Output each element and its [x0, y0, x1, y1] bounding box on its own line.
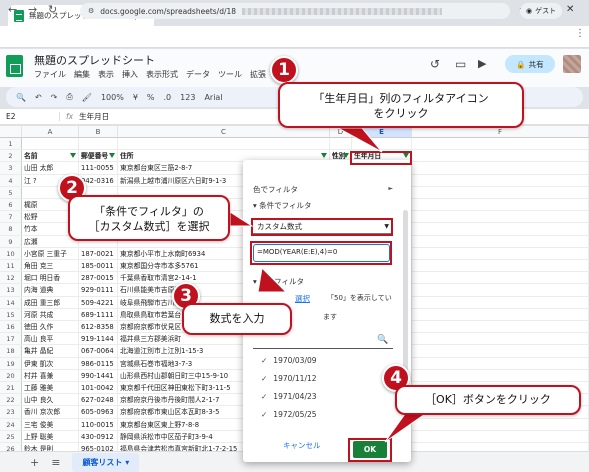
step-4-callout: ［OK］ボタンをクリック — [395, 385, 581, 415]
step-1-callout: 「生年月日」列のフィルタアイコン をクリック — [278, 82, 524, 128]
step-3-callout: 数式を入力 — [182, 303, 292, 335]
step-1-text-line1: 「生年月日」列のフィルタアイコン — [313, 92, 489, 105]
step-1-text-line2: をクリック — [373, 107, 429, 120]
arrow-step4 — [384, 413, 427, 443]
arrow-step2 — [229, 211, 254, 227]
step-1-badge: 1 — [270, 56, 298, 84]
arrow-step1 — [337, 127, 383, 153]
arrow-step3 — [257, 266, 288, 293]
step-2-text-line1: 「条件でフィルタ」の — [94, 205, 204, 218]
step-2-callout: 「条件でフィルタ」の ［カスタム数式］を選択 — [68, 195, 230, 241]
step-2-text-line2: ［カスタム数式］を選択 — [88, 220, 210, 233]
